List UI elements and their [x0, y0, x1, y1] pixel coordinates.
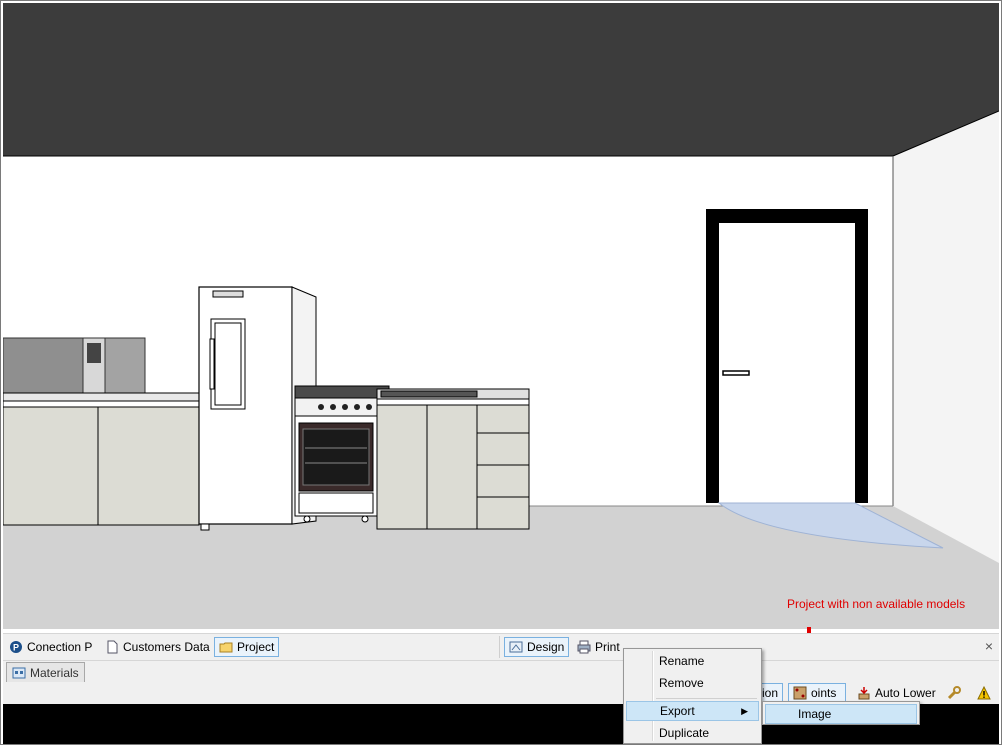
panel-tab-row: Materials [3, 660, 999, 683]
menu-item-label: Export [660, 704, 695, 718]
menu-item-rename[interactable]: Rename [626, 651, 759, 671]
counter-cabinets-left [3, 392, 200, 526]
connection-icon: P [10, 641, 22, 653]
menu-item-export[interactable]: Export ▶ [626, 701, 759, 721]
stove [294, 385, 390, 523]
document-icon [107, 640, 118, 654]
folder-icon [219, 642, 233, 653]
tab-label: Design [527, 640, 565, 654]
tab-label: Print [595, 640, 620, 654]
materials-icon [12, 667, 26, 678]
tab-project[interactable]: Project [214, 637, 280, 657]
tab-connection[interactable]: P Conection P [5, 637, 96, 657]
auto-lower-button[interactable]: Auto Lower [853, 683, 940, 703]
tab-label: Customers Data [123, 640, 210, 654]
menu-item-export-image[interactable]: Image [765, 704, 917, 724]
tab-design[interactable]: Design [504, 637, 570, 657]
close-icon[interactable]: × [985, 638, 993, 654]
submenu-arrow-icon: ▶ [741, 705, 748, 716]
tab-customers-data[interactable]: Customers Data [101, 637, 214, 657]
counter-cabinets-right [376, 388, 530, 530]
menu-item-label: Image [798, 707, 832, 721]
menu-item-remove[interactable]: Remove [626, 673, 759, 693]
warning-button[interactable] [973, 683, 995, 703]
app-window: Project with non available models P Cone… [0, 0, 1002, 745]
warning-icon [977, 686, 991, 700]
points-icon [793, 686, 807, 700]
tab-print[interactable]: Print [573, 637, 624, 657]
points-button[interactable]: oints [788, 683, 846, 703]
bottom-tab-bar: P Conection P Customers Data Project Des… [3, 633, 999, 660]
export-submenu: Image [762, 701, 920, 725]
annotation-text: Project with non available models [787, 597, 966, 611]
toolbar-label: Auto Lower [875, 686, 936, 700]
toolbar-label: ion [761, 686, 778, 700]
menu-item-duplicate[interactable]: Duplicate [626, 723, 759, 743]
menu-item-label: Rename [659, 654, 705, 668]
auto-lower-icon [858, 687, 870, 700]
tab-label: Materials [30, 665, 79, 680]
menu-item-label: Duplicate [659, 726, 710, 740]
3d-viewport[interactable] [3, 3, 999, 629]
toolbar-label: oints [811, 686, 837, 700]
context-menu: Rename Remove Export ▶ Duplicate [623, 648, 762, 744]
svg-text:P: P [13, 643, 19, 653]
design-icon [509, 641, 523, 653]
microwave [3, 337, 146, 394]
wrench-icon [947, 686, 961, 700]
tab-label: Conection P [27, 640, 93, 654]
tools-button[interactable] [943, 683, 965, 703]
tab-label: Project [237, 640, 275, 654]
room-render[interactable] [3, 3, 999, 629]
print-icon [577, 640, 591, 654]
ceiling [3, 3, 999, 156]
menu-item-label: Remove [659, 676, 704, 690]
tab-materials[interactable]: Materials [6, 662, 85, 682]
